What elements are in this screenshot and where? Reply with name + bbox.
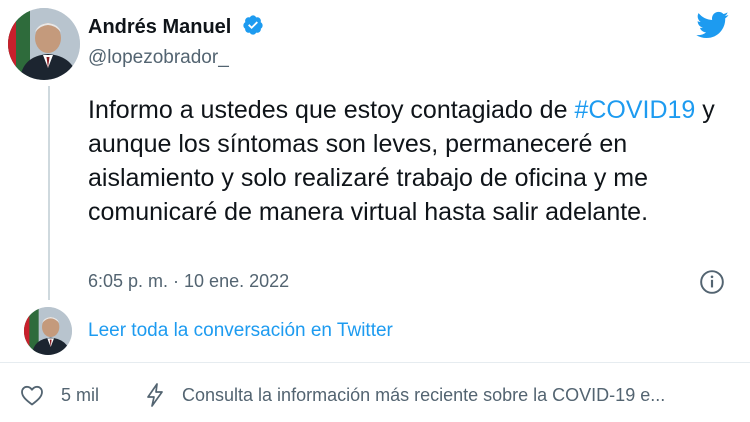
tweet-timestamp[interactable]: 6:05 p. m. · 10 ene. 2022 (88, 271, 289, 292)
embedded-tweet: Andrés Manuel @lopezobrador_ Informo a u… (0, 0, 750, 422)
lightning-bolt-icon (147, 383, 163, 407)
author-name[interactable]: Andrés Manuel (88, 16, 231, 38)
avatar-image (24, 307, 72, 355)
read-conversation-link[interactable]: Leer toda la conversación en Twitter (88, 320, 393, 342)
conversation-avatar[interactable] (24, 307, 72, 355)
like-count[interactable]: 5 mil (61, 385, 99, 406)
tweet-text: Informo a ustedes que estoy contagiado d… (88, 93, 728, 229)
author-name-row[interactable]: Andrés Manuel (88, 14, 264, 39)
verified-badge-icon (243, 15, 263, 35)
thread-line (48, 86, 50, 300)
tweet-text-intro: Informo a ustedes que estoy contagiado d… (88, 96, 575, 124)
author-handle[interactable]: @lopezobrador_ (88, 47, 229, 69)
heart-icon[interactable] (20, 384, 44, 406)
hashtag-link[interactable]: #COVID19 (574, 96, 695, 124)
covid-info-link[interactable]: Consulta la información más reciente sob… (182, 385, 742, 406)
twitter-bird-icon[interactable] (694, 8, 730, 42)
avatar-image (8, 8, 80, 80)
author-avatar[interactable] (8, 8, 80, 80)
info-icon[interactable] (699, 269, 725, 295)
footer-divider (0, 362, 750, 363)
